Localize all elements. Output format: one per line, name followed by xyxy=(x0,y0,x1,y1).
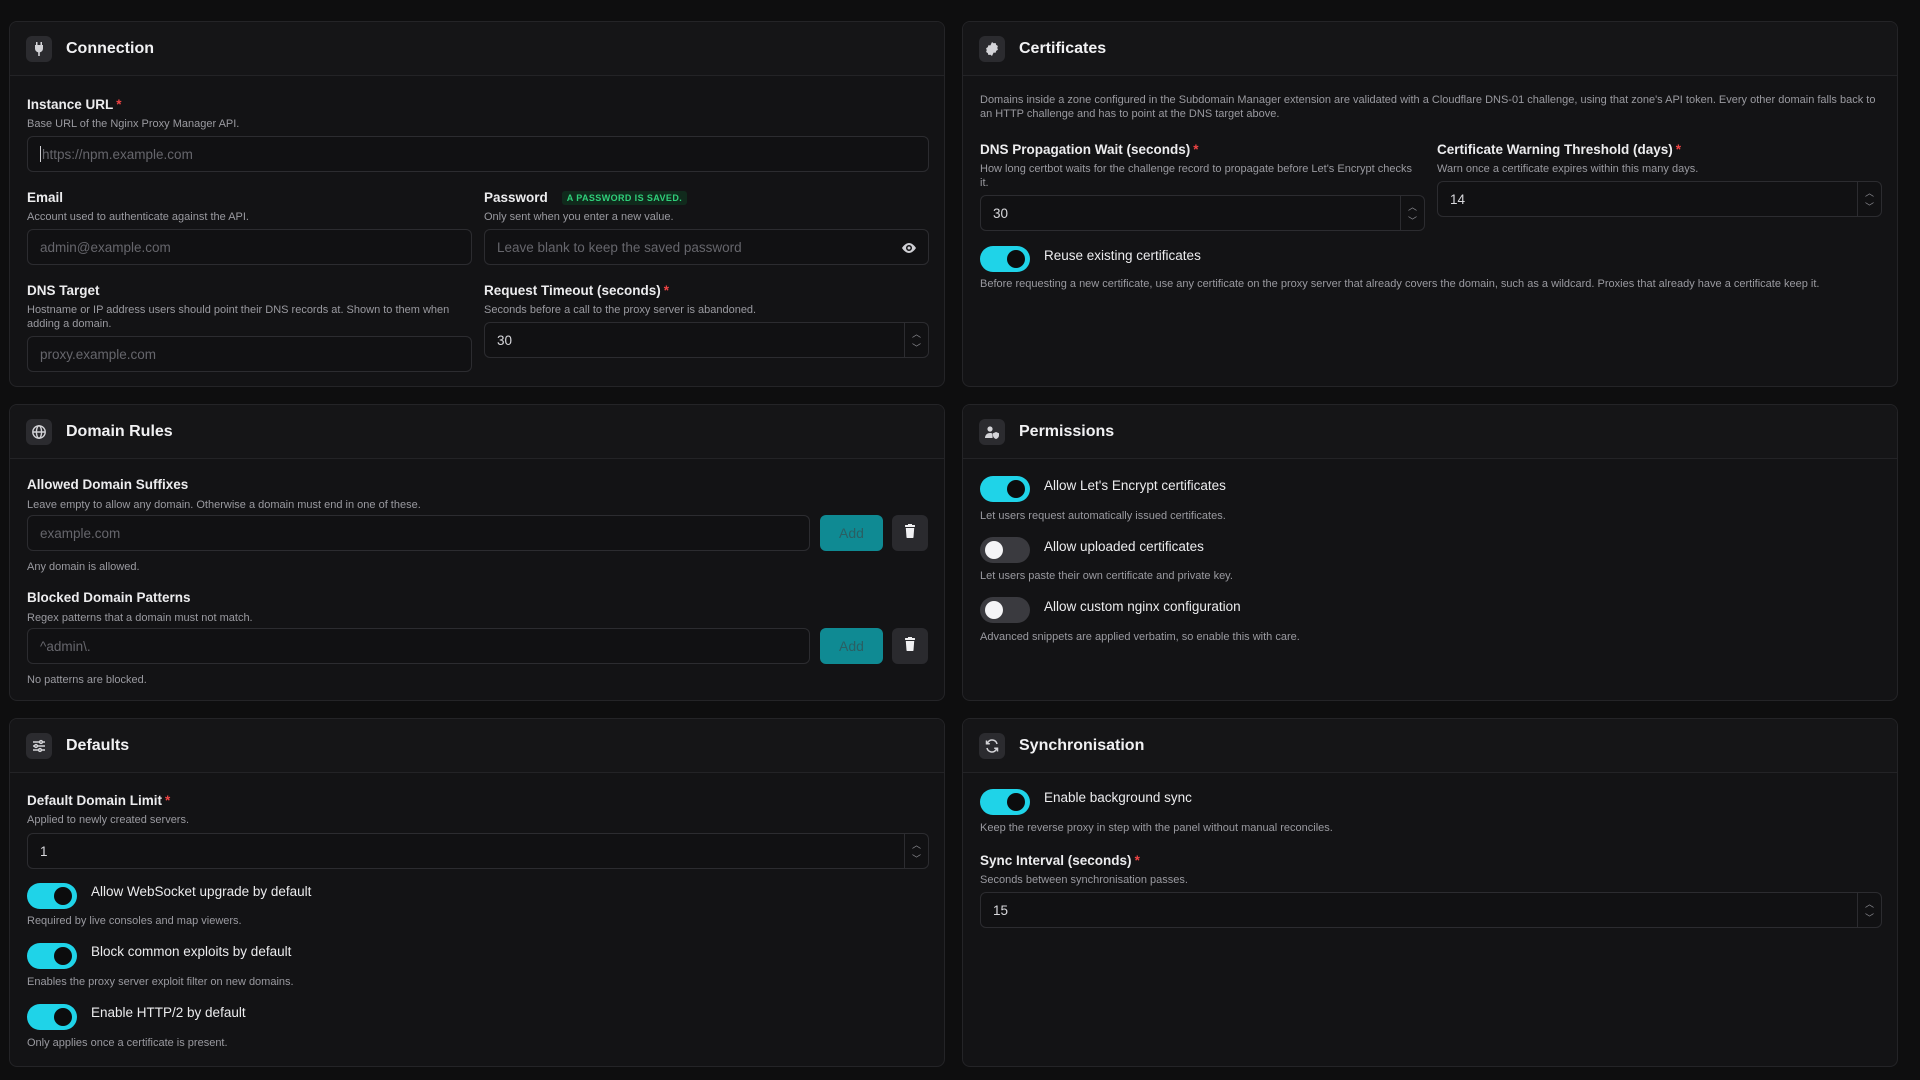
dns-wait-help: How long certbot waits for the challenge… xyxy=(980,163,1412,189)
allowed-suffixes-help: Leave empty to allow any domain. Otherwi… xyxy=(27,499,421,511)
connection-title: Connection xyxy=(66,39,154,57)
password-saved-badge: A PASSWORD IS SAVED. xyxy=(561,191,688,206)
password-input[interactable]: Leave blank to keep the saved password xyxy=(484,229,929,265)
dns-wait-input[interactable]: 30 ︿ ﹀ xyxy=(980,195,1425,231)
instance-url-label: Instance URL * xyxy=(27,97,122,112)
email-input[interactable]: admin@example.com xyxy=(27,229,472,265)
allow-uploaded-toggle[interactable] xyxy=(980,537,1030,563)
dns-target-input[interactable]: proxy.example.com xyxy=(27,336,472,372)
blocked-patterns-label: Blocked Domain Patterns xyxy=(27,590,191,605)
enable-sync-label: Enable background sync xyxy=(1044,790,1192,805)
websocket-default-toggle[interactable] xyxy=(27,883,77,909)
globe-icon xyxy=(26,418,52,445)
blocked-patterns-help: Regex patterns that a domain must not ma… xyxy=(27,612,253,624)
stepper[interactable]: ︿ ﹀ xyxy=(904,323,928,357)
enable-sync-toggle[interactable] xyxy=(980,789,1030,815)
blocked-pattern-input[interactable]: ^admin\. xyxy=(27,628,810,664)
domain-rules-title: Domain Rules xyxy=(66,422,173,440)
dns-target-label: DNS Target xyxy=(27,283,100,298)
http2-default-toggle[interactable] xyxy=(27,1004,77,1030)
domain-rules-header: Domain Rules xyxy=(10,405,944,459)
request-timeout-help: Seconds before a call to the proxy serve… xyxy=(484,304,757,316)
clear-blocked-patterns-button[interactable] xyxy=(892,628,928,664)
certificates-panel: Certificates Domains inside a zone confi… xyxy=(962,21,1898,387)
permissions-title: Permissions xyxy=(1019,422,1115,440)
allow-uploaded-help: Let users paste their own certificate an… xyxy=(980,570,1233,582)
enable-sync-help: Keep the reverse proxy in step with the … xyxy=(980,822,1333,834)
http2-default-label: Enable HTTP/2 by default xyxy=(91,1005,246,1020)
password-help: Only sent when you enter a new value. xyxy=(484,211,674,223)
password-label: Password A PASSWORD IS SAVED. xyxy=(484,190,688,206)
sync-header: Synchronisation xyxy=(963,719,1897,773)
stepper[interactable]: ︿ ﹀ xyxy=(1857,182,1881,216)
stepper[interactable]: ︿ ﹀ xyxy=(1857,893,1881,927)
websocket-default-help: Required by live consoles and map viewer… xyxy=(27,915,242,927)
block-exploits-default-label: Block common exploits by default xyxy=(91,944,292,959)
reuse-certificates-toggle[interactable] xyxy=(980,246,1030,272)
certificates-header: Certificates xyxy=(963,22,1897,76)
sync-interval-help: Seconds between synchronisation passes. xyxy=(980,874,1188,886)
instance-url-input[interactable]: https://npm.example.com xyxy=(27,136,929,172)
stepper[interactable]: ︿ ﹀ xyxy=(1400,196,1424,230)
domain-limit-label: Default Domain Limit * xyxy=(27,793,171,808)
warn-threshold-label: Certificate Warning Threshold (days) * xyxy=(1437,142,1682,157)
http2-default-help: Only applies once a certificate is prese… xyxy=(27,1037,228,1049)
connection-header: Connection xyxy=(10,22,944,76)
certificates-description: Domains inside a zone configured in the … xyxy=(980,94,1876,120)
permissions-panel: Permissions Allow Let's Encrypt certific… xyxy=(962,404,1898,701)
instance-url-help: Base URL of the Nginx Proxy Manager API. xyxy=(27,118,240,130)
websocket-default-label: Allow WebSocket upgrade by default xyxy=(91,884,312,899)
trash-icon xyxy=(903,636,917,656)
dns-target-help: Hostname or IP address users should poin… xyxy=(27,304,450,330)
allow-uploaded-label: Allow uploaded certificates xyxy=(1044,539,1204,554)
request-timeout-label: Request Timeout (seconds) * xyxy=(484,283,670,298)
reuse-certificates-help: Before requesting a new certificate, use… xyxy=(980,278,1820,290)
block-exploits-default-help: Enables the proxy server exploit filter … xyxy=(27,976,294,988)
allow-letsencrypt-help: Let users request automatically issued c… xyxy=(980,510,1226,522)
allow-custom-nginx-label: Allow custom nginx configuration xyxy=(1044,599,1241,614)
dns-wait-label: DNS Propagation Wait (seconds) * xyxy=(980,142,1199,157)
sync-icon xyxy=(979,732,1005,759)
add-allowed-suffix-button[interactable]: Add xyxy=(820,515,883,551)
sync-interval-label: Sync Interval (seconds) * xyxy=(980,853,1140,868)
reuse-certificates-label: Reuse existing certificates xyxy=(1044,248,1201,263)
allow-letsencrypt-toggle[interactable] xyxy=(980,476,1030,502)
request-timeout-input[interactable]: 30 ︿ ﹀ xyxy=(484,322,929,358)
trash-icon xyxy=(903,523,917,543)
defaults-panel: Defaults Default Domain Limit * Applied t… xyxy=(9,718,945,1067)
sync-interval-input[interactable]: 15 ︿ ﹀ xyxy=(980,892,1882,928)
allowed-suffixes-label: Allowed Domain Suffixes xyxy=(27,477,189,492)
domain-limit-help: Applied to newly created servers. xyxy=(27,814,190,826)
allow-custom-nginx-help: Advanced snippets are applied verbatim, … xyxy=(980,631,1300,643)
certificate-icon xyxy=(979,35,1005,62)
certificates-title: Certificates xyxy=(1019,39,1107,57)
email-help: Account used to authenticate against the… xyxy=(27,211,249,223)
user-shield-icon xyxy=(979,418,1005,445)
stepper[interactable]: ︿ ﹀ xyxy=(904,834,928,868)
block-exploits-default-toggle[interactable] xyxy=(27,943,77,969)
allowed-suffix-input[interactable]: example.com xyxy=(27,515,810,551)
sync-title: Synchronisation xyxy=(1019,736,1145,754)
defaults-title: Defaults xyxy=(66,736,130,754)
blocked-patterns-status: No patterns are blocked. xyxy=(27,674,147,686)
permissions-header: Permissions xyxy=(963,405,1897,459)
allowed-suffixes-status: Any domain is allowed. xyxy=(27,561,140,573)
allow-letsencrypt-label: Allow Let's Encrypt certificates xyxy=(1044,478,1226,493)
warn-threshold-help: Warn once a certificate expires within t… xyxy=(1437,163,1699,175)
domain-limit-input[interactable]: 1 ︿ ﹀ xyxy=(27,833,929,869)
defaults-header: Defaults xyxy=(10,719,944,773)
add-blocked-pattern-button[interactable]: Add xyxy=(820,628,883,664)
email-label: Email xyxy=(27,190,64,205)
clear-allowed-suffixes-button[interactable] xyxy=(892,515,928,551)
warn-threshold-input[interactable]: 14 ︿ ﹀ xyxy=(1437,181,1882,217)
domain-rules-panel: Domain Rules Allowed Domain Suffixes Lea… xyxy=(9,404,945,701)
sync-panel: Synchronisation Enable background sync K… xyxy=(962,718,1898,1067)
connection-panel: Connection Instance URL * Base URL of the… xyxy=(9,21,945,387)
eye-icon[interactable] xyxy=(900,239,918,257)
allow-custom-nginx-toggle[interactable] xyxy=(980,597,1030,623)
plug-icon xyxy=(26,35,52,62)
sliders-icon xyxy=(26,732,52,759)
